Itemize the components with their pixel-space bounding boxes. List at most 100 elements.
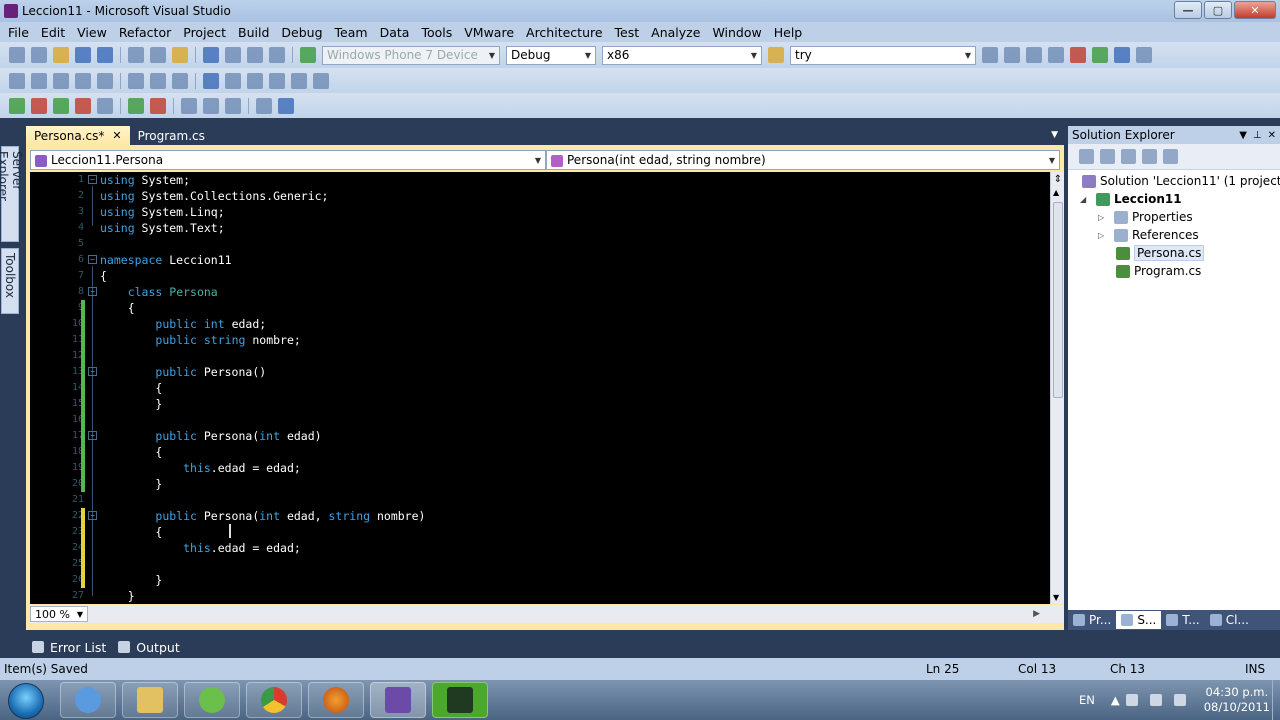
step-into-icon[interactable]: [128, 97, 144, 114]
open-file-icon[interactable]: [53, 47, 69, 63]
menu-edit[interactable]: Edit: [35, 25, 71, 40]
collapse-constructor-icon[interactable]: −: [88, 367, 97, 376]
collapse-constructor-icon[interactable]: −: [88, 431, 97, 440]
menu-window[interactable]: Window: [706, 25, 767, 40]
battery-icon[interactable]: [1125, 694, 1138, 706]
show-all-files-icon[interactable]: [1100, 149, 1115, 164]
save-icon[interactable]: [75, 47, 91, 63]
language-indicator[interactable]: EN: [1079, 693, 1095, 707]
display-parameter-info-icon[interactable]: [31, 72, 47, 89]
tree-node-project[interactable]: ◢ Leccion11: [1080, 190, 1182, 208]
break-all-icon[interactable]: [31, 97, 47, 114]
step-out-icon[interactable]: [203, 97, 219, 114]
copy-icon[interactable]: [150, 47, 166, 63]
undo-icon[interactable]: [203, 47, 219, 63]
redo-icon[interactable]: [225, 47, 241, 63]
view-code-icon[interactable]: [1142, 149, 1157, 164]
show-next-statement-icon[interactable]: [97, 97, 113, 114]
start-button[interactable]: [8, 683, 44, 719]
volume-icon[interactable]: [1173, 694, 1186, 706]
window-position-icon[interactable]: ▼: [1239, 130, 1247, 141]
cut-icon[interactable]: [128, 47, 144, 63]
step-over-icon[interactable]: [181, 97, 197, 114]
chrome-taskbar-button[interactable]: [246, 682, 302, 718]
minimize-button[interactable]: —: [1174, 1, 1202, 19]
navigate-forward-icon[interactable]: [269, 47, 285, 63]
scroll-right-icon[interactable]: ▶: [1033, 609, 1040, 619]
collapse-class-icon[interactable]: −: [88, 287, 97, 296]
next-bookmark-icon[interactable]: [247, 72, 263, 89]
tab-persona-cs[interactable]: Persona.cs* ✕: [26, 126, 130, 145]
solution-explorer-icon[interactable]: [982, 47, 998, 63]
command-window-icon[interactable]: [1114, 47, 1130, 63]
stop-debugging-icon[interactable]: [75, 97, 91, 114]
tree-node-program-cs[interactable]: Program.cs: [1116, 262, 1201, 280]
clear-bookmarks-icon[interactable]: [313, 72, 329, 89]
types-dropdown[interactable]: Leccion11.Persona ▼: [30, 150, 546, 170]
windows-icon[interactable]: [256, 97, 272, 114]
menu-refactor[interactable]: Refactor: [113, 25, 177, 40]
next-bookmark-in-folder-icon[interactable]: [291, 72, 307, 89]
tree-node-persona-cs[interactable]: Persona.cs: [1116, 244, 1205, 262]
tab-program-cs[interactable]: Program.cs: [130, 126, 213, 145]
paste-icon[interactable]: [172, 47, 188, 63]
refresh-icon[interactable]: [1121, 149, 1136, 164]
object-browser-icon[interactable]: [1026, 47, 1042, 63]
comment-out-icon[interactable]: [150, 72, 166, 89]
messenger-taskbar-button[interactable]: [184, 682, 240, 718]
scroll-thumb[interactable]: [1053, 202, 1063, 398]
menu-data[interactable]: Data: [374, 25, 416, 40]
explorer-taskbar-button[interactable]: [122, 682, 178, 718]
navigate-backward-icon[interactable]: [247, 47, 263, 63]
server-explorer-tab[interactable]: Server Explorer: [0, 146, 24, 242]
menu-file[interactable]: File: [2, 25, 35, 40]
close-panel-icon[interactable]: ✕: [1268, 130, 1276, 141]
tree-node-solution[interactable]: Solution 'Leccion11' (1 project): [1082, 172, 1280, 190]
menu-view[interactable]: View: [71, 25, 113, 40]
zoom-select[interactable]: 100 % ▼: [30, 606, 88, 622]
previous-bookmark-in-folder-icon[interactable]: [269, 72, 285, 89]
close-button[interactable]: ✕: [1234, 1, 1276, 19]
new-project-icon[interactable]: [9, 47, 25, 63]
expand-arrow-icon[interactable]: ▷: [1098, 213, 1108, 222]
properties-icon[interactable]: [1079, 149, 1094, 164]
collapse-arrow-icon[interactable]: ◢: [1080, 195, 1090, 204]
breakpoint-icon[interactable]: [150, 97, 166, 114]
menu-tools[interactable]: Tools: [415, 25, 458, 40]
pin-icon[interactable]: ⊥: [1253, 130, 1262, 141]
add-item-icon[interactable]: [31, 47, 47, 63]
clock[interactable]: 04:30 p.m. 08/10/2011: [1204, 685, 1270, 715]
properties-icon[interactable]: [1004, 47, 1020, 63]
toolbox-icon[interactable]: [1048, 47, 1064, 63]
firefox-taskbar-button[interactable]: [308, 682, 364, 718]
tab-team-explorer[interactable]: T...: [1161, 611, 1204, 629]
extension-manager-icon[interactable]: [1070, 47, 1086, 63]
active-files-dropdown-icon[interactable]: ▼: [1051, 130, 1058, 140]
save-all-icon[interactable]: [97, 47, 113, 63]
tab-class-view[interactable]: Cl...: [1205, 611, 1254, 629]
tab-properties[interactable]: Pr...: [1068, 611, 1116, 629]
device-select[interactable]: Windows Phone 7 Device ▼: [322, 45, 500, 65]
menu-test[interactable]: Test: [609, 25, 646, 40]
start-debugging-icon[interactable]: [300, 47, 316, 63]
members-dropdown[interactable]: Persona(int edad, string nombre) ▼: [546, 150, 1060, 170]
more-icon[interactable]: [1136, 47, 1152, 63]
tab-error-list[interactable]: Error List: [26, 637, 112, 657]
close-tab-icon[interactable]: ✕: [112, 129, 121, 142]
increase-indent-icon[interactable]: [128, 72, 144, 89]
display-object-member-list-icon[interactable]: [9, 72, 25, 89]
camtasia-taskbar-button[interactable]: [432, 682, 488, 718]
scroll-up-icon[interactable]: ▲: [1053, 188, 1059, 197]
view-class-diagram-icon[interactable]: [1163, 149, 1178, 164]
itunes-taskbar-button[interactable]: [60, 682, 116, 718]
hexadecimal-display-icon[interactable]: [225, 97, 241, 114]
show-hidden-icons-icon[interactable]: ▲: [1111, 693, 1120, 707]
find-in-files-icon[interactable]: [768, 47, 784, 63]
platform-select[interactable]: x86 ▼: [602, 45, 762, 65]
split-editor-icon[interactable]: ⇕: [1052, 174, 1064, 186]
menu-project[interactable]: Project: [177, 25, 232, 40]
tab-output[interactable]: Output: [112, 637, 185, 657]
decrease-indent-icon[interactable]: [97, 72, 113, 89]
tree-node-references[interactable]: ▷ References: [1098, 226, 1199, 244]
menu-vmware[interactable]: VMware: [458, 25, 520, 40]
